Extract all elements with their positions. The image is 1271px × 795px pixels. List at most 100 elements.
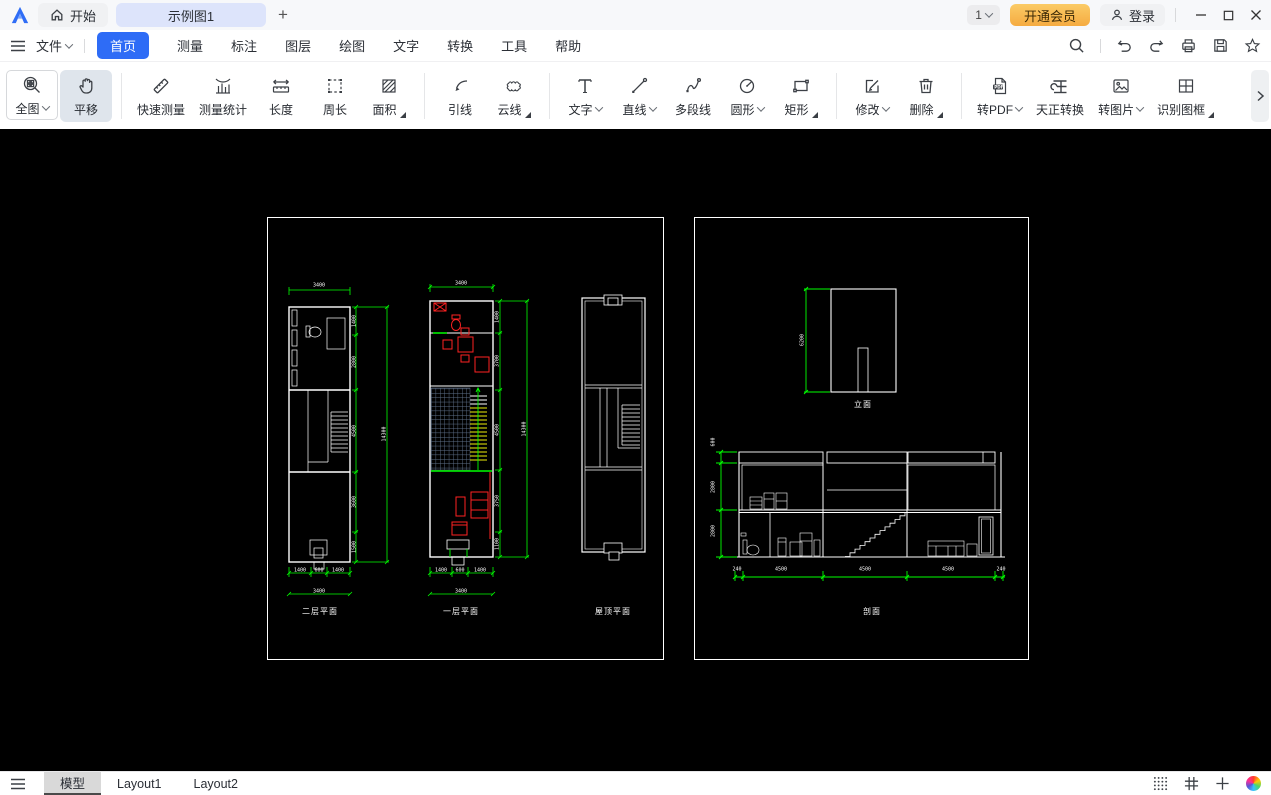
chevron-down-icon: [65, 40, 73, 48]
chevron-down-icon: [594, 103, 602, 111]
print-icon[interactable]: [1180, 37, 1197, 54]
tool-fit-view[interactable]: 全图: [6, 70, 58, 120]
tool-pan-label: 平移: [74, 101, 98, 118]
divider: [549, 73, 550, 119]
app-logo-icon: [8, 3, 32, 27]
divider: [1100, 39, 1101, 53]
tool-revision-cloud[interactable]: 云线: [488, 70, 540, 122]
tool-pan[interactable]: 平移: [60, 70, 112, 122]
tab-start-label: 开始: [70, 6, 96, 25]
elevation-view: [804, 287, 896, 394]
menu-hamburger-icon[interactable]: [10, 39, 26, 53]
tool-quick-measure[interactable]: 快速测量: [131, 70, 191, 122]
page-selector[interactable]: 1: [967, 5, 1000, 25]
circle-icon: [736, 74, 758, 98]
tool-quick-measure-label: 快速测量: [137, 101, 185, 118]
login-button[interactable]: 登录: [1100, 4, 1165, 26]
menu-item-measure[interactable]: 测量: [177, 36, 203, 55]
tool-circle-label: 圆形: [731, 101, 755, 118]
menu-item-tools[interactable]: 工具: [501, 36, 527, 55]
menu-item-text[interactable]: 文字: [393, 36, 419, 55]
menu-item-home[interactable]: 首页: [97, 32, 149, 59]
corner-expand-icon: [525, 112, 531, 118]
sheet-tab-model[interactable]: 模型: [44, 772, 101, 795]
tab-start[interactable]: 开始: [38, 3, 108, 27]
grid-toggle-icon[interactable]: [1184, 776, 1199, 791]
close-button[interactable]: [1249, 8, 1263, 22]
menu-item-annotate[interactable]: 标注: [231, 36, 257, 55]
divider: [1175, 8, 1176, 22]
menu-item-draw[interactable]: 绘图: [339, 36, 365, 55]
menu-file-label: 文件: [36, 36, 62, 55]
frame-grid-icon: [1175, 74, 1197, 98]
hand-icon: [75, 74, 97, 98]
new-tab-button[interactable]: +: [278, 5, 288, 25]
tool-delete[interactable]: 删除: [900, 70, 952, 122]
tool-perimeter[interactable]: 周长: [309, 70, 361, 122]
tool-leader[interactable]: 引线: [434, 70, 486, 122]
favorite-star-icon[interactable]: [1244, 37, 1261, 54]
redo-icon[interactable]: [1148, 37, 1165, 54]
plan-second-floor: [287, 287, 389, 596]
login-label: 登录: [1129, 6, 1155, 25]
cloud-rect-icon: [503, 74, 525, 98]
search-icon[interactable]: [1068, 37, 1085, 54]
chevron-down-icon: [985, 9, 993, 17]
tool-line[interactable]: 直线: [613, 70, 665, 122]
tool-measure-stats-label: 测量统计: [199, 101, 247, 118]
minimize-button[interactable]: [1194, 8, 1208, 22]
maximize-button[interactable]: [1222, 9, 1235, 22]
chevron-down-icon: [41, 102, 49, 110]
line-icon: [628, 74, 650, 98]
menu-bar: 文件 首页 测量 标注 图层 绘图 文字 转换 工具 帮助: [0, 30, 1271, 62]
tool-polyline[interactable]: 多段线: [667, 70, 719, 122]
tool-circle[interactable]: 圆形: [721, 70, 773, 122]
tool-to-image[interactable]: 转图片: [1092, 70, 1149, 122]
tab-document-label: 示例图1: [168, 6, 214, 25]
tool-to-pdf[interactable]: PDF 转PDF: [971, 70, 1028, 122]
tool-recognize-frame[interactable]: 识别图框: [1151, 70, 1220, 122]
fit-view-icon: [21, 73, 43, 97]
tool-measure-stats[interactable]: 测量统计: [193, 70, 253, 122]
sheet-2-border: [695, 218, 1029, 660]
dot-grid-toggle-icon[interactable]: [1153, 776, 1168, 791]
image-icon: [1110, 74, 1132, 98]
tool-tangent-convert[interactable]: 天正转换: [1030, 70, 1090, 122]
tool-text[interactable]: 文字: [559, 70, 611, 122]
tab-document[interactable]: 示例图1: [116, 3, 266, 27]
color-wheel-icon[interactable]: [1246, 776, 1261, 791]
divider: [121, 73, 122, 119]
menu-item-layers[interactable]: 图层: [285, 36, 311, 55]
chevron-down-icon: [756, 103, 764, 111]
divider: [84, 39, 85, 53]
corner-expand-icon: [400, 112, 406, 118]
tool-modify[interactable]: 修改: [846, 70, 898, 122]
tool-line-label: 直线: [623, 101, 647, 118]
tool-recognize-frame-label: 识别图框: [1157, 101, 1205, 118]
status-bar: 模型 Layout1 Layout2: [0, 771, 1271, 795]
undo-icon[interactable]: [1116, 37, 1133, 54]
plan-roof: [582, 295, 645, 560]
menu-file[interactable]: 文件: [36, 36, 72, 55]
tool-area[interactable]: 面积: [363, 70, 415, 122]
drawing-canvas[interactable]: 3400140028004500360015001430014006001400…: [0, 129, 1271, 771]
length-icon: [270, 74, 292, 98]
vip-button[interactable]: 开通会员: [1010, 4, 1090, 26]
dashed-rect-icon: [324, 74, 346, 98]
sheet-tab-layout2[interactable]: Layout2: [178, 772, 254, 795]
tool-tangent-convert-label: 天正转换: [1036, 101, 1084, 118]
menu-item-convert[interactable]: 转换: [447, 36, 473, 55]
tool-rectangle[interactable]: 矩形: [775, 70, 827, 122]
tool-length[interactable]: 长度: [255, 70, 307, 122]
menu-item-help[interactable]: 帮助: [555, 36, 581, 55]
ribbon-expand-button[interactable]: [1251, 70, 1269, 122]
tool-area-label: 面积: [373, 101, 397, 118]
crosshair-plus-icon[interactable]: [1215, 776, 1230, 791]
edit-pencil-icon: [861, 74, 883, 98]
save-icon[interactable]: [1212, 37, 1229, 54]
sheet-tab-layout1[interactable]: Layout1: [101, 772, 177, 795]
stats-chart-icon: [212, 74, 234, 98]
tool-to-image-label: 转图片: [1098, 101, 1134, 118]
sheet-menu-hamburger-icon[interactable]: [10, 772, 26, 795]
home-icon: [50, 8, 64, 22]
